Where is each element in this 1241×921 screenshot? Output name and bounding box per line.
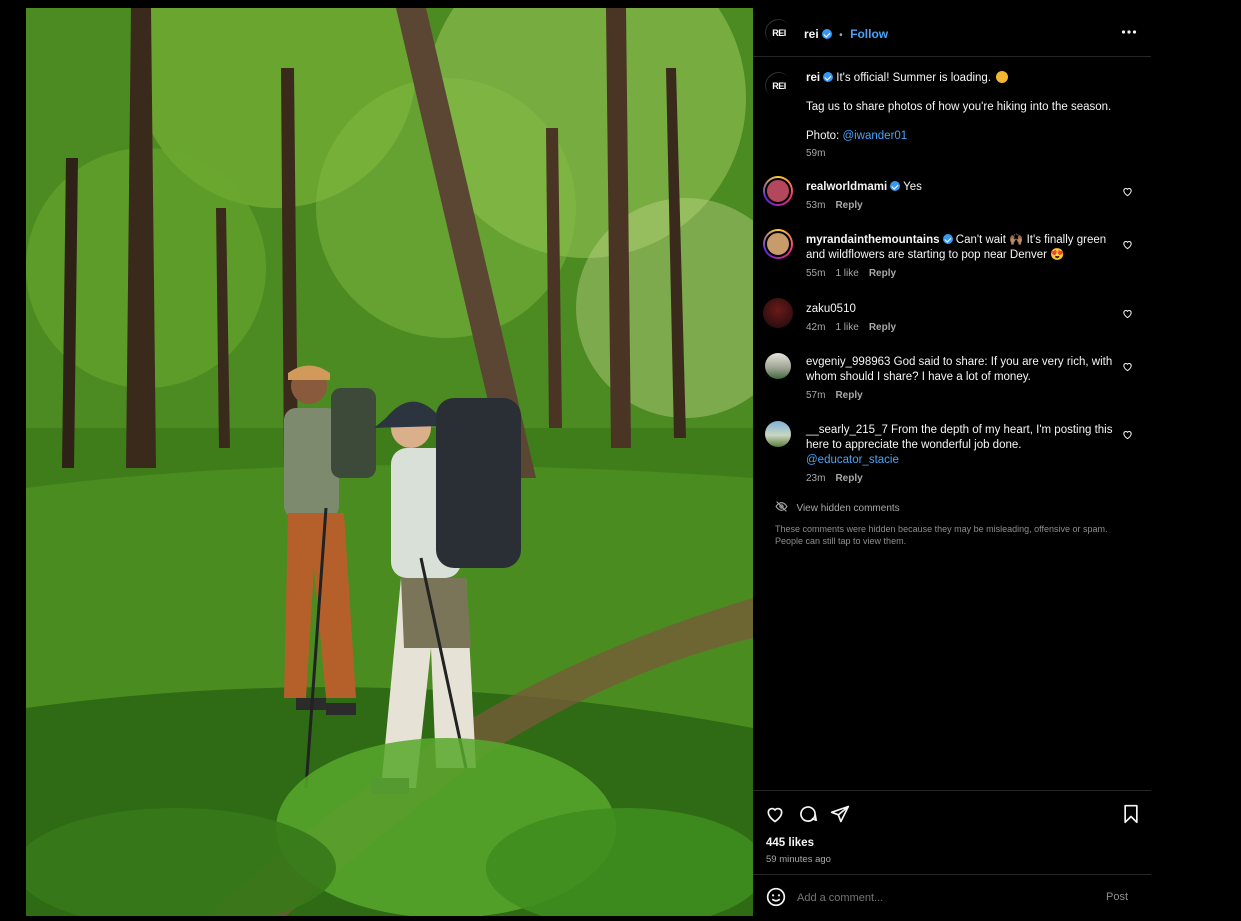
hidden-comments-note: These comments were hidden because they … [775, 524, 1108, 546]
comment-avatar[interactable] [763, 229, 793, 259]
reply-button[interactable]: Reply [869, 322, 896, 333]
comment-time: 53m [806, 200, 826, 211]
comment-username[interactable]: evgeniy_998963 [806, 356, 890, 368]
comment-icon[interactable] [798, 804, 818, 824]
comment-username[interactable]: __searly_215_7 [806, 424, 888, 436]
follow-button[interactable]: Follow [850, 27, 888, 41]
caption-time: 59m [806, 148, 826, 159]
post-comment-button[interactable]: Post [1106, 891, 1128, 903]
photo-credit-link[interactable]: @iwander01 [842, 130, 907, 142]
post-photo[interactable] [26, 8, 753, 916]
verified-badge-icon [823, 72, 834, 82]
comment-like-heart-icon[interactable] [1122, 186, 1133, 197]
view-hidden-comments-button[interactable]: View hidden comments [775, 498, 900, 516]
photo-credit-row: Photo: @iwander01 [806, 129, 1136, 144]
comment-item: evgeniy_998963 God said to share: If you… [763, 351, 1143, 403]
caption-line1-row: rei It's official! Summer is loading. [806, 71, 1136, 86]
emoji-icon[interactable] [766, 887, 786, 907]
comment-time: 42m [806, 322, 826, 333]
rei-logo-icon: REI [765, 72, 791, 98]
comment-item: realworldmami Yes 53m Reply [763, 176, 1143, 216]
caption-line2: Tag us to share photos of how you're hik… [806, 101, 1112, 113]
header-separator: • [839, 30, 843, 41]
comment-input[interactable] [795, 888, 1099, 908]
photo-prefix: Photo: [806, 130, 840, 142]
header-username[interactable]: rei [804, 27, 819, 41]
post-panel: REI rei • Follow REI rei It's official! … [753, 8, 1151, 920]
comment-like-heart-icon[interactable] [1122, 361, 1133, 372]
comment-like-heart-icon[interactable] [1122, 308, 1133, 319]
comment-avatar[interactable] [765, 353, 791, 379]
likes-count[interactable]: 445 likes [766, 837, 814, 849]
comment-username[interactable]: zaku0510 [806, 303, 856, 315]
view-hidden-comments-label: View hidden comments [796, 503, 900, 514]
comment-avatar[interactable] [763, 176, 793, 206]
comment-time: 23m [806, 473, 826, 484]
hikers-forest-image [26, 8, 753, 916]
comment-mention-link[interactable]: @educator_stacie [806, 453, 1116, 468]
post-actions: 445 likes 59 minutes ago [753, 790, 1151, 883]
comment-composer: Post [753, 874, 1151, 921]
reply-button[interactable]: Reply [835, 200, 862, 211]
comment-like-heart-icon[interactable] [1122, 429, 1133, 440]
sunglasses-emoji-icon [996, 71, 1009, 83]
comment-username[interactable]: myrandainthemountains [806, 234, 940, 246]
comment-like-heart-icon[interactable] [1122, 239, 1133, 250]
caption-username[interactable]: rei [806, 72, 820, 84]
comment-item: zaku0510 42m 1 like Reply [763, 298, 1143, 338]
verified-badge-icon [821, 29, 832, 39]
rei-logo-icon: REI [765, 19, 791, 45]
more-options-icon[interactable] [1121, 26, 1137, 38]
comment-likes[interactable]: 1 like [835, 322, 858, 333]
post-header: REI rei • Follow [753, 8, 1151, 57]
comment-item: myrandainthemountains Can't wait 🙌🏽 It's… [763, 229, 1143, 281]
reply-button[interactable]: Reply [869, 268, 896, 279]
comment-username[interactable]: realworldmami [806, 181, 887, 193]
comment-avatar[interactable] [763, 298, 793, 328]
reply-button[interactable]: Reply [835, 473, 862, 484]
posted-time: 59 minutes ago [766, 854, 831, 865]
comment-likes[interactable]: 1 like [835, 268, 858, 279]
heart-icon[interactable] [765, 804, 785, 824]
hidden-eye-icon [775, 501, 788, 512]
bookmark-icon[interactable] [1122, 804, 1140, 824]
caption-avatar[interactable]: REI [765, 72, 791, 98]
comment-avatar[interactable] [765, 421, 791, 447]
rei-avatar[interactable]: REI [765, 19, 791, 45]
verified-badge-icon [890, 181, 901, 191]
comment-text: Yes [903, 181, 922, 193]
share-icon[interactable] [830, 804, 850, 824]
comment-time: 57m [806, 390, 826, 401]
comment-item: __searly_215_7 From the depth of my hear… [763, 419, 1143, 485]
reply-button[interactable]: Reply [835, 390, 862, 401]
comment-time: 55m [806, 268, 826, 279]
caption: rei It's official! Summer is loading. Ta… [806, 71, 1136, 159]
verified-badge-icon [942, 234, 953, 244]
caption-line1: It's official! Summer is loading. [836, 72, 992, 84]
